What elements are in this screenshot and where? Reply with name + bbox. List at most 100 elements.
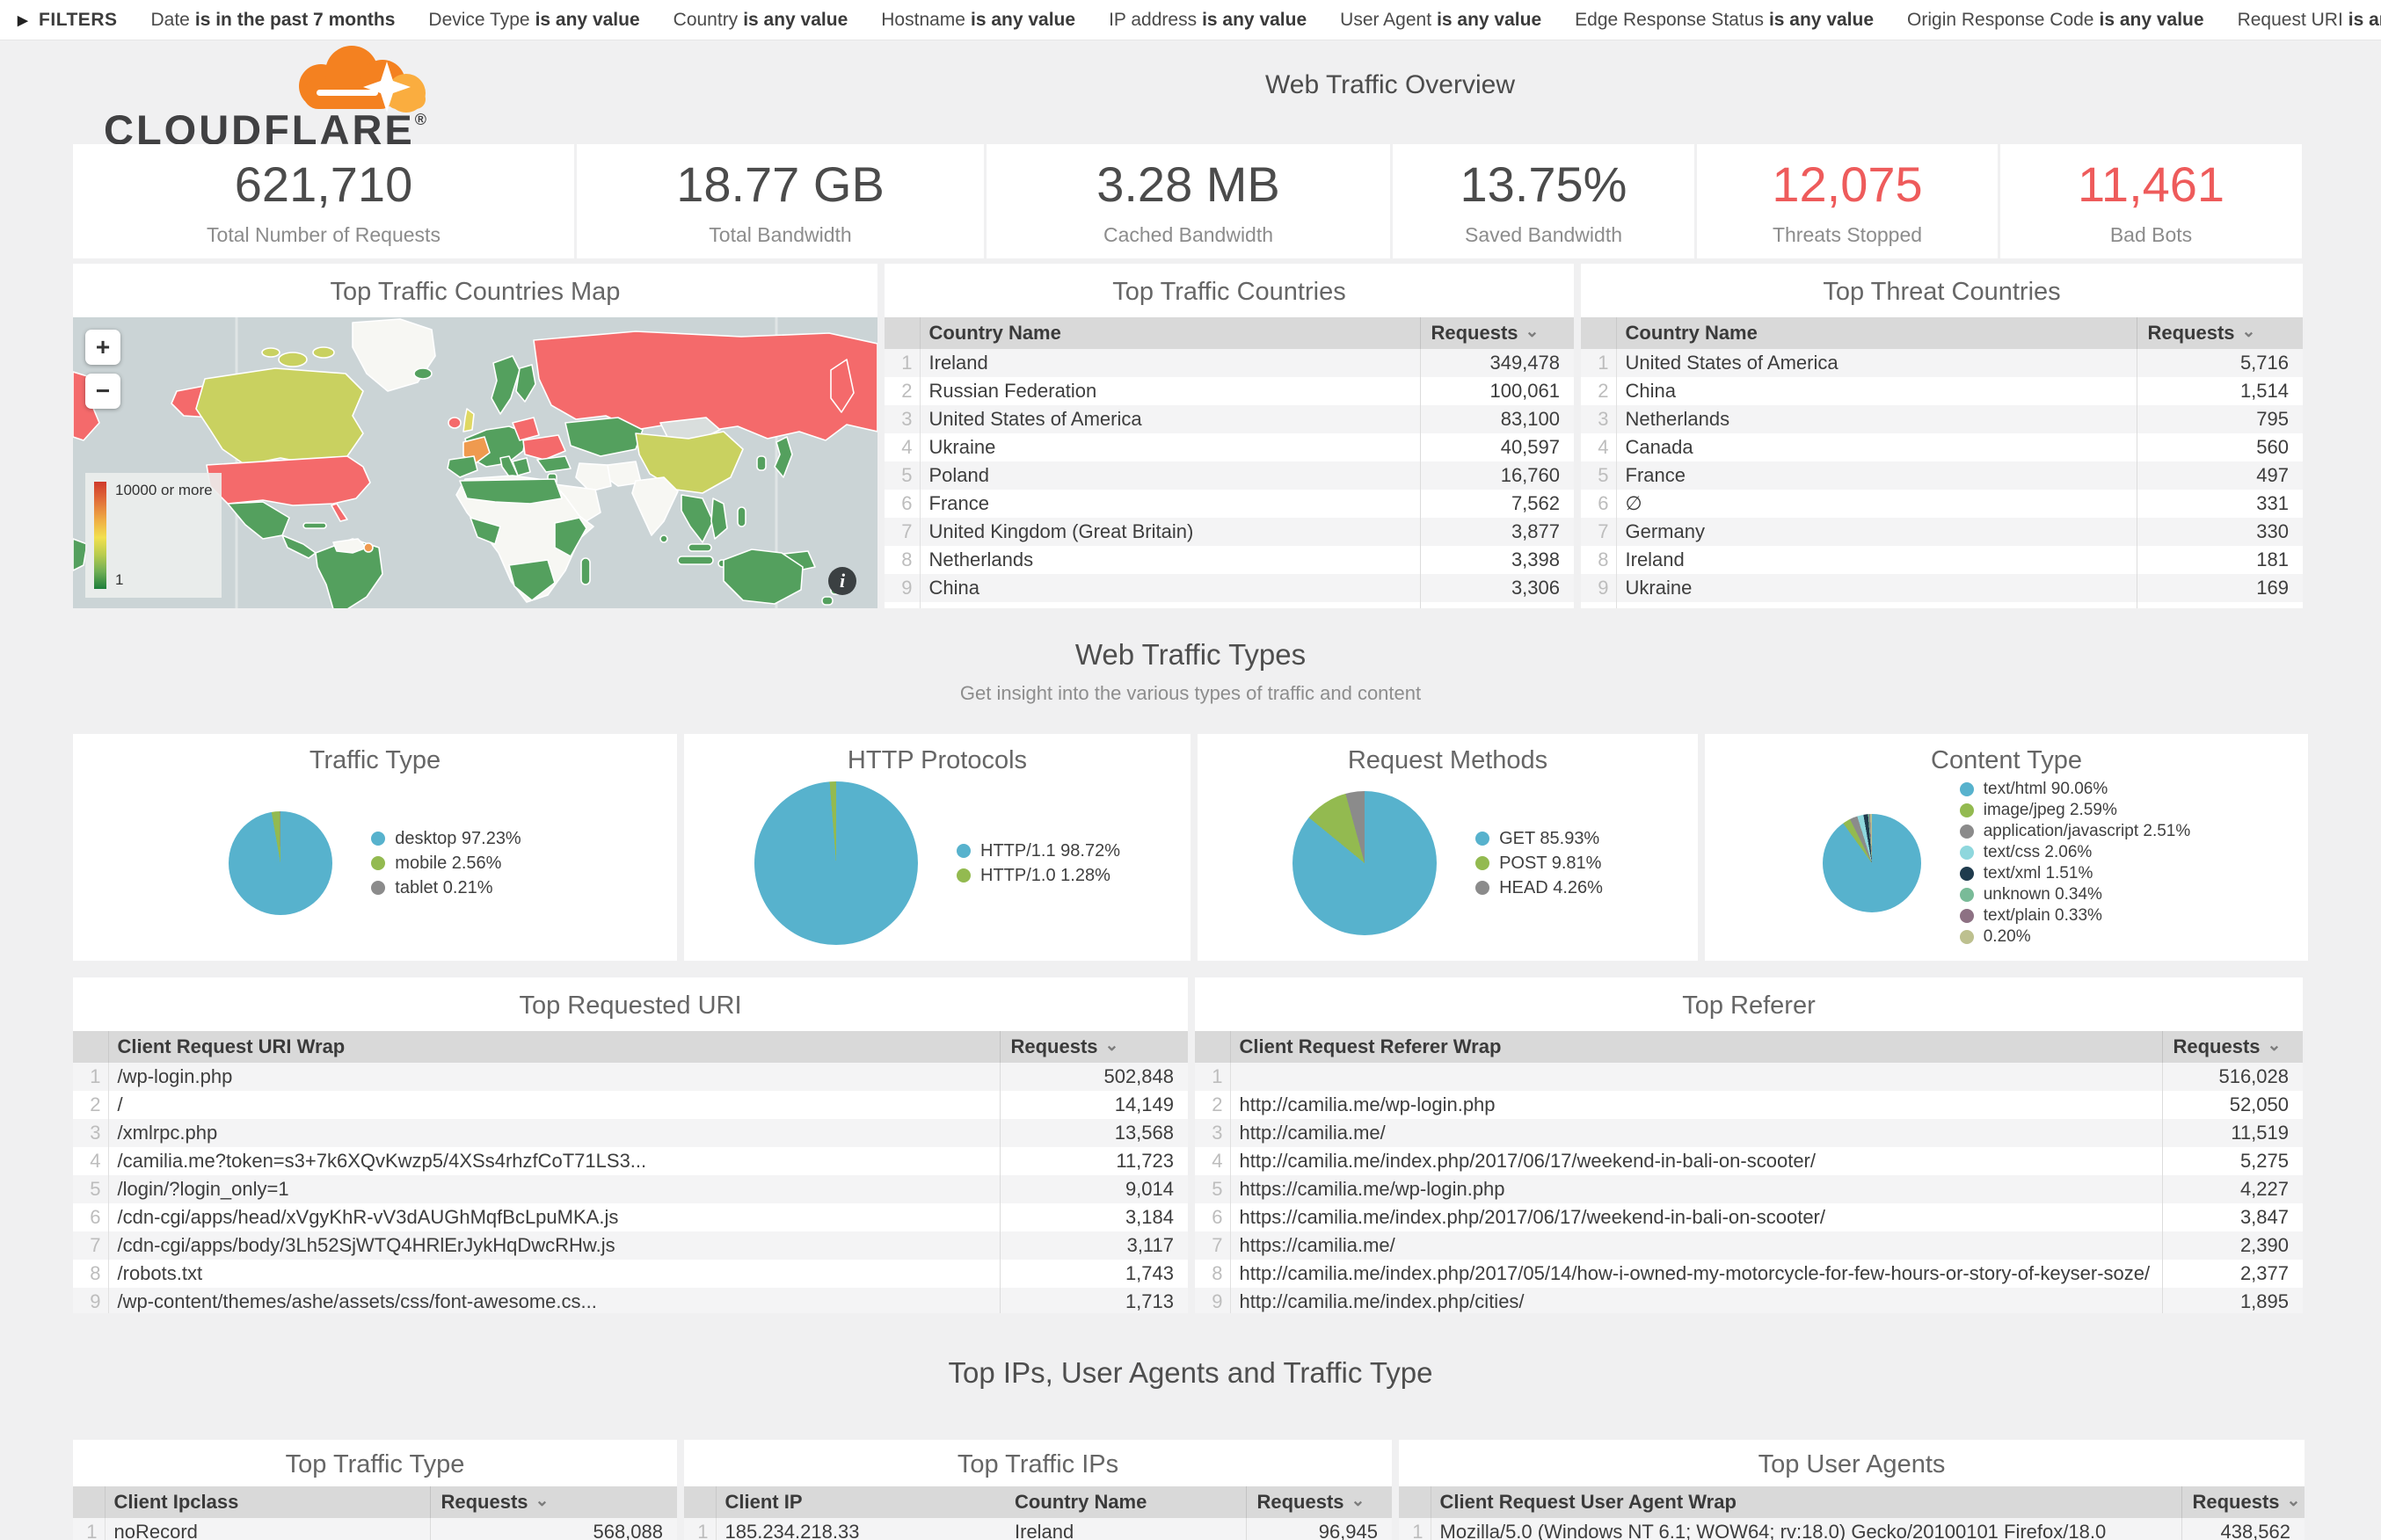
filter-item[interactable]: Device Typeis any value	[428, 10, 639, 31]
table-row[interactable]: 6 ∅ 331	[1581, 490, 2303, 518]
table-row[interactable]: 4 http://camilia.me/index.php/2017/06/17…	[1195, 1147, 2303, 1175]
filter-item[interactable]: Hostnameis any value	[881, 10, 1075, 31]
row-index: 1	[73, 1518, 105, 1540]
legend-item[interactable]: HEAD 4.26%	[1475, 875, 1603, 900]
filter-item[interactable]: User Agentis any value	[1340, 10, 1541, 31]
legend-swatch	[1475, 832, 1489, 846]
traffic-type-pie[interactable]	[229, 811, 332, 915]
requests-cell: 4,227	[2162, 1175, 2303, 1203]
table-row[interactable]: 6 https://camilia.me/index.php/2017/06/1…	[1195, 1203, 2303, 1231]
sort-desc-icon: ⌄	[2242, 323, 2256, 341]
legend-item[interactable]: 0.20%	[1960, 926, 2191, 948]
legend-item[interactable]: text/xml 1.51%	[1960, 863, 2191, 884]
table-row[interactable]: 8 /robots.txt 1,743	[73, 1260, 1188, 1288]
legend-item[interactable]: text/html 90.06%	[1960, 779, 2191, 800]
legend-item[interactable]: text/plain 0.33%	[1960, 905, 2191, 926]
filter-item[interactable]: Edge Response Statusis any value	[1575, 10, 1874, 31]
table-row[interactable]: 9 /wp-content/themes/ashe/assets/css/fon…	[73, 1288, 1188, 1313]
table-row[interactable]: 3 /xmlrpc.php 13,568	[73, 1119, 1188, 1147]
stat-card: 12,075 Threats Stopped	[1697, 144, 1998, 258]
requests-header[interactable]: Requests⌄	[1246, 1486, 1392, 1518]
filter-item[interactable]: Countryis any value	[674, 10, 848, 31]
requests-header[interactable]: Requests⌄	[430, 1486, 677, 1518]
legend-item[interactable]: GET 85.93%	[1475, 826, 1603, 851]
request-methods-pie[interactable]	[1292, 791, 1437, 935]
table-row[interactable]: 9 China 3,306	[885, 574, 1574, 602]
table-row[interactable]: 8 Ireland 181	[1581, 546, 2303, 574]
table-row[interactable]: 1 Mozilla/5.0 (Windows NT 6.1; WOW64; rv…	[1399, 1518, 2305, 1540]
table-row[interactable]: 1 United States of America 5,716	[1581, 349, 2303, 377]
table-row[interactable]: 1 noRecord 568,088	[73, 1518, 677, 1540]
table-row[interactable]: 10 Canada 2,215	[885, 602, 1574, 608]
table-row[interactable]: 6 /cdn-cgi/apps/head/xVgyKhR-vV3dAUGhMqf…	[73, 1203, 1188, 1231]
table-row[interactable]: 8 Netherlands 3,398	[885, 546, 1574, 574]
table-row[interactable]: 4 /camilia.me?token=s3+7k6XQvKwzp5/4XSs4…	[73, 1147, 1188, 1175]
table-row[interactable]: 1 516,028	[1195, 1063, 2303, 1091]
table-row[interactable]: 9 http://camilia.me/index.php/cities/ 1,…	[1195, 1288, 2303, 1313]
index-column-header	[1399, 1486, 1431, 1518]
table-row[interactable]: 2 China 1,514	[1581, 377, 2303, 405]
requests-header[interactable]: Requests⌄	[2181, 1486, 2305, 1518]
row-index: 4	[1581, 433, 1616, 461]
legend-item[interactable]: unknown 0.34%	[1960, 884, 2191, 905]
legend-item[interactable]: text/css 2.06%	[1960, 842, 2191, 863]
table-row[interactable]: 5 /login/?login_only=1 9,014	[73, 1175, 1188, 1203]
legend-item[interactable]: mobile 2.56%	[371, 851, 521, 875]
legend-item[interactable]: HTTP/1.0 1.28%	[957, 863, 1120, 888]
table-row[interactable]: 2 http://camilia.me/wp-login.php 52,050	[1195, 1091, 2303, 1119]
table-row[interactable]: 2 Russian Federation 100,061	[885, 377, 1574, 405]
http-protocols-pie[interactable]	[754, 781, 918, 945]
requests-header[interactable]: Requests⌄	[1000, 1031, 1188, 1063]
legend-item[interactable]: desktop 97.23%	[371, 826, 521, 851]
row-index: 8	[73, 1260, 108, 1288]
row-index: 1	[1581, 349, 1616, 377]
stat-label: Total Bandwidth	[709, 223, 851, 247]
table-row[interactable]: 3 United States of America 83,100	[885, 405, 1574, 433]
referer-cell: http://camilia.me/wp-login.php	[1230, 1091, 2162, 1119]
map-zoom-out-button[interactable]: −	[85, 374, 120, 409]
filter-item[interactable]: Origin Response Codeis any value	[1907, 10, 2204, 31]
table-row[interactable]: 7 /cdn-cgi/apps/body/3Lh52SjWTQ4HRlErJyk…	[73, 1231, 1188, 1260]
table-row[interactable]: 7 https://camilia.me/ 2,390	[1195, 1231, 2303, 1260]
map-zoom-in-button[interactable]: +	[85, 330, 120, 365]
legend-item[interactable]: image/jpeg 2.59%	[1960, 800, 2191, 821]
requests-cell: 52,050	[2162, 1091, 2303, 1119]
table-row[interactable]: 7 Germany 330	[1581, 518, 2303, 546]
requests-header[interactable]: Requests⌄	[1420, 317, 1574, 349]
legend-item[interactable]: HTTP/1.1 98.72%	[957, 839, 1120, 863]
table-row[interactable]: 5 France 497	[1581, 461, 2303, 490]
table-row[interactable]: 10 Singapore 150	[1581, 602, 2303, 608]
world-map[interactable]: + − 10000 or more 1 i	[73, 317, 877, 608]
table-row[interactable]: 3 http://camilia.me/ 11,519	[1195, 1119, 2303, 1147]
country-name-cell: United States of America	[920, 405, 1420, 433]
table-row[interactable]: 3 Netherlands 795	[1581, 405, 2303, 433]
requests-header[interactable]: Requests⌄	[2137, 317, 2303, 349]
table-row[interactable]: 5 Poland 16,760	[885, 461, 1574, 490]
table-row[interactable]: 9 Ukraine 169	[1581, 574, 2303, 602]
table-row[interactable]: 4 Canada 560	[1581, 433, 2303, 461]
table-row[interactable]: 1 Ireland 349,478	[885, 349, 1574, 377]
requests-cell: 150	[2137, 602, 2303, 608]
content-type-pie[interactable]	[1823, 814, 1921, 912]
table-row[interactable]: 1 185.234.218.33 Ireland 96,945	[684, 1518, 1392, 1540]
legend-item[interactable]: POST 9.81%	[1475, 851, 1603, 875]
legend-item[interactable]: application/javascript 2.51%	[1960, 821, 2191, 842]
traffic-map-panel: Top Traffic Countries Map	[73, 264, 877, 608]
stat-value: 13.75%	[1460, 156, 1627, 213]
filter-item[interactable]: Dateis in the past 7 months	[151, 10, 396, 31]
table-row[interactable]: 7 United Kingdom (Great Britain) 3,877	[885, 518, 1574, 546]
table-row[interactable]: 6 France 7,562	[885, 490, 1574, 518]
requests-header[interactable]: Requests⌄	[2162, 1031, 2303, 1063]
filters-toggle[interactable]: ▶ FILTERS	[18, 10, 118, 31]
table-row[interactable]: 5 https://camilia.me/wp-login.php 4,227	[1195, 1175, 2303, 1203]
requests-cell: 349,478	[1420, 349, 1574, 377]
table-row[interactable]: 2 / 14,149	[73, 1091, 1188, 1119]
table-row[interactable]: 1 /wp-login.php 502,848	[73, 1063, 1188, 1091]
table-row[interactable]: 8 http://camilia.me/index.php/2017/05/14…	[1195, 1260, 2303, 1288]
map-info-icon[interactable]: i	[828, 567, 856, 595]
requests-cell: 795	[2137, 405, 2303, 433]
filter-item[interactable]: Request URIis any value	[2238, 10, 2381, 31]
legend-item[interactable]: tablet 0.21%	[371, 875, 521, 900]
filter-item[interactable]: IP addressis any value	[1109, 10, 1307, 31]
table-row[interactable]: 4 Ukraine 40,597	[885, 433, 1574, 461]
